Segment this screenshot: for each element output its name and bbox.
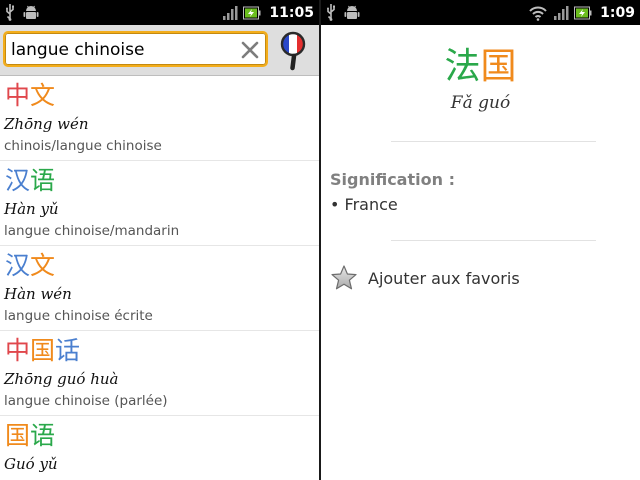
result-meaning: langue chinoise écrite xyxy=(4,308,153,324)
list-item[interactable]: 国语 Guó yǔ xyxy=(0,416,319,480)
star-icon xyxy=(331,265,357,290)
android-icon xyxy=(23,5,39,19)
result-hanzi: 国语 xyxy=(5,421,56,450)
detail-hanzi: 法国 xyxy=(444,46,517,87)
usb-icon xyxy=(327,4,335,21)
signal-icon xyxy=(554,5,569,20)
result-pinyin: Hàn yǔ xyxy=(4,200,59,218)
status-time: 1:09 xyxy=(600,4,635,21)
list-item[interactable]: 中文 Zhōng wén chinois/langue chinoise xyxy=(0,76,319,161)
favorite-label: Ajouter aux favoris xyxy=(368,268,520,288)
list-item[interactable]: 汉语 Hàn yǔ langue chinoise/mandarin xyxy=(0,161,319,246)
search-bar xyxy=(0,25,319,76)
result-pinyin: Zhōng wén xyxy=(4,115,89,133)
left-screen: 11:05 中文 Zhōng wén chinois/langue chinoi… xyxy=(0,0,319,480)
divider-line xyxy=(391,240,596,241)
result-hanzi: 中国话 xyxy=(5,336,81,365)
result-meaning: langue chinoise (parlée) xyxy=(4,393,168,409)
signification-label: Signification : xyxy=(330,170,455,189)
result-hanzi: 汉文 xyxy=(5,251,56,280)
list-item[interactable]: 汉文 Hàn wén langue chinoise écrite xyxy=(0,246,319,331)
result-hanzi: 汉语 xyxy=(5,166,56,195)
search-input[interactable] xyxy=(11,39,231,61)
result-meaning: chinois/langue chinoise xyxy=(4,138,162,154)
result-meaning: langue chinoise/mandarin xyxy=(4,223,180,239)
result-pinyin: Guó yǔ xyxy=(4,455,58,473)
results-list: 中文 Zhōng wén chinois/langue chinoise 汉语 … xyxy=(0,76,319,480)
search-french-flag-icon[interactable] xyxy=(277,29,313,71)
result-pinyin: Hàn wén xyxy=(4,285,72,303)
clear-icon[interactable] xyxy=(238,38,262,62)
right-screen: 1:09 法国 Fǎ guó Signification : • France … xyxy=(321,0,640,480)
android-icon xyxy=(344,5,360,19)
status-bar: 1:09 xyxy=(321,0,640,25)
search-box[interactable] xyxy=(3,31,268,67)
usb-icon xyxy=(6,4,14,21)
battery-charging-icon xyxy=(574,6,592,19)
result-pinyin: Zhōng guó huà xyxy=(4,370,119,388)
status-bar: 11:05 xyxy=(0,0,319,25)
signification-value: • France xyxy=(330,195,398,214)
wifi-icon xyxy=(529,6,547,21)
detail-pinyin: Fǎ guó xyxy=(450,93,511,113)
result-hanzi: 中文 xyxy=(5,81,56,110)
signal-icon xyxy=(223,5,238,20)
divider-line xyxy=(391,141,596,142)
battery-charging-icon xyxy=(243,6,261,19)
list-item[interactable]: 中国话 Zhōng guó huà langue chinoise (parlé… xyxy=(0,331,319,416)
add-favorite-button[interactable]: Ajouter aux favoris xyxy=(330,263,620,293)
status-time: 11:05 xyxy=(269,4,314,21)
